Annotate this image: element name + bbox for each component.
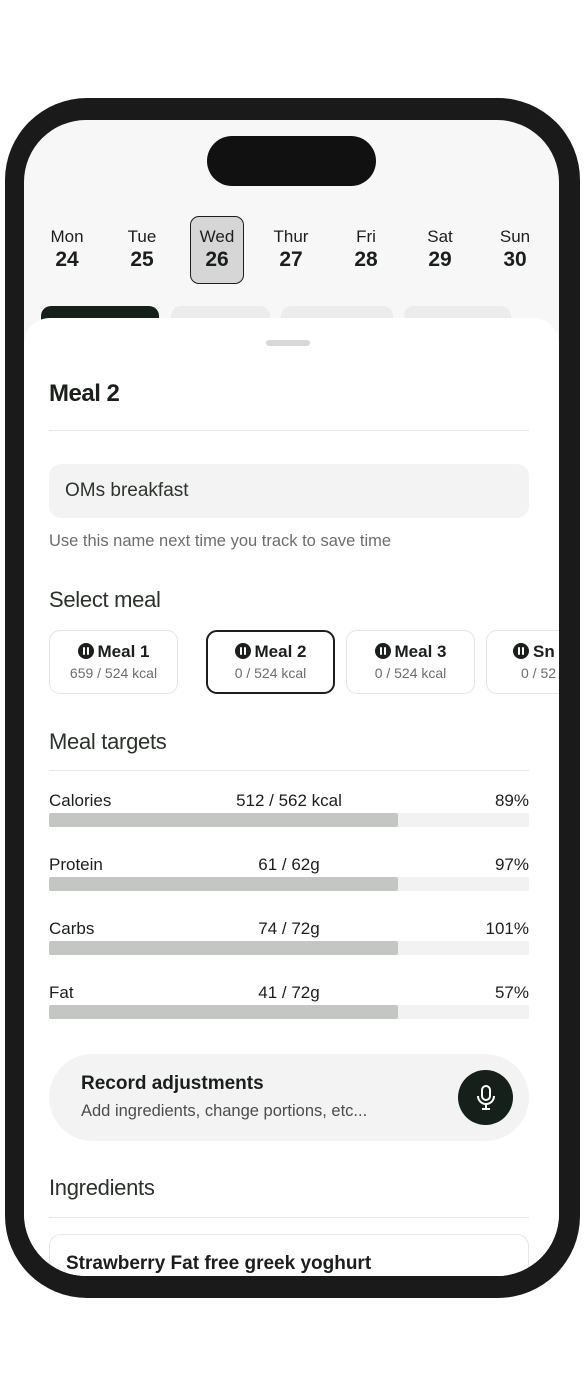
mute-switch xyxy=(5,430,11,478)
target-protein: Protein 61 / 62g 97% xyxy=(49,855,529,891)
divider xyxy=(49,1217,529,1218)
target-percent: 89% xyxy=(494,791,529,810)
meal-option-kcal: 0 / 524 kcal xyxy=(234,665,307,681)
target-percent: 101% xyxy=(485,919,529,938)
target-calories: Calories 512 / 562 kcal 89% xyxy=(49,791,529,827)
day-date: 30 xyxy=(503,248,527,271)
volume-up-button xyxy=(5,518,11,610)
progress-fill xyxy=(49,1005,398,1019)
meal-option-label: Meal 3 xyxy=(347,642,474,662)
progress-track xyxy=(49,1005,529,1019)
target-percent: 97% xyxy=(494,855,529,874)
meal-name-hint: Use this name next time you track to sav… xyxy=(49,532,392,550)
meal-bottom-sheet: Meal 2 Use this name next time you track… xyxy=(24,318,559,1276)
week-day-selector: Mon 24 Tue 25 Wed 26 Thur 27 Fri 28 Sat … xyxy=(24,216,559,286)
meal-targets-heading: Meal targets xyxy=(49,729,167,754)
select-meal-heading: Select meal xyxy=(49,587,161,612)
day-name: Wed xyxy=(199,227,235,246)
target-value: 512 / 562 kcal xyxy=(236,791,342,810)
day-wed[interactable]: Wed 26 xyxy=(190,216,244,284)
record-mic-button[interactable] xyxy=(458,1070,513,1125)
day-tue[interactable]: Tue 25 xyxy=(115,216,169,284)
meal-option-kcal: 0 / 524 kcal xyxy=(374,665,447,681)
target-value: 61 / 62g xyxy=(258,855,320,874)
record-adjustments-card[interactable]: Record adjustments Add ingredients, chan… xyxy=(49,1054,529,1141)
target-value: 41 / 72g xyxy=(258,983,320,1002)
day-name: Sat xyxy=(427,227,453,246)
cutlery-icon xyxy=(513,643,529,659)
day-thur[interactable]: Thur 27 xyxy=(264,216,318,284)
day-date: 24 xyxy=(55,248,79,271)
cutlery-icon xyxy=(374,643,391,659)
cutlery-icon xyxy=(77,643,94,659)
meal-option-label: Meal 1 xyxy=(50,642,177,662)
record-title: Record adjustments xyxy=(81,1073,264,1094)
day-date: 27 xyxy=(279,248,303,271)
sheet-drag-handle[interactable] xyxy=(266,340,310,346)
ingredient-name: Strawberry Fat free greek yoghurt xyxy=(66,1253,372,1274)
progress-track xyxy=(49,813,529,827)
meal-option-label: Sn xyxy=(513,642,559,662)
meal-option-label: Meal 2 xyxy=(208,642,333,662)
target-value: 74 / 72g xyxy=(258,919,320,938)
meal-selector: Meal 1 659 / 524 kcal Meal 2 0 / 524 kca… xyxy=(49,630,559,694)
meal-option-kcal: 659 / 524 kcal xyxy=(69,665,158,681)
day-name: Fri xyxy=(356,227,376,246)
progress-track xyxy=(49,941,529,955)
day-name: Sun xyxy=(499,227,531,246)
progress-fill xyxy=(49,941,398,955)
meal-option-3[interactable]: Meal 3 0 / 524 kcal xyxy=(346,630,475,694)
power-button xyxy=(574,582,580,722)
day-sat[interactable]: Sat 29 xyxy=(413,216,467,284)
meal-option-snack[interactable]: Sn 0 / 52 xyxy=(486,630,559,694)
day-name: Mon xyxy=(50,227,84,246)
microphone-icon xyxy=(477,1085,495,1110)
day-date: 26 xyxy=(205,248,229,271)
cutlery-icon xyxy=(234,643,251,659)
target-fat: Fat 41 / 72g 57% xyxy=(49,983,529,1019)
sheet-title: Meal 2 xyxy=(49,380,120,407)
day-date: 29 xyxy=(428,248,452,271)
meal-name-input[interactable] xyxy=(49,464,529,518)
meal-option-1[interactable]: Meal 1 659 / 524 kcal xyxy=(49,630,178,694)
day-name: Tue xyxy=(127,227,157,246)
meal-option-2[interactable]: Meal 2 0 / 524 kcal xyxy=(206,630,335,694)
divider xyxy=(49,770,529,771)
divider xyxy=(49,430,529,431)
target-carbs: Carbs 74 / 72g 101% xyxy=(49,919,529,955)
volume-down-button xyxy=(5,636,11,728)
day-fri[interactable]: Fri 28 xyxy=(339,216,393,284)
day-name: Thur xyxy=(273,227,309,246)
progress-fill xyxy=(49,813,398,827)
dynamic-island xyxy=(207,136,376,186)
progress-track xyxy=(49,877,529,891)
ingredients-heading: Ingredients xyxy=(49,1175,155,1200)
target-percent: 57% xyxy=(494,983,529,1002)
day-date: 28 xyxy=(354,248,378,271)
progress-fill xyxy=(49,877,398,891)
record-subtitle: Add ingredients, change portions, etc... xyxy=(81,1102,368,1120)
day-mon[interactable]: Mon 24 xyxy=(40,216,94,284)
meal-option-kcal: 0 / 52 xyxy=(521,665,557,681)
day-sun[interactable]: Sun 30 xyxy=(488,216,542,284)
phone-screen: Mon 24 Tue 25 Wed 26 Thur 27 Fri 28 Sat … xyxy=(24,120,559,1276)
day-date: 25 xyxy=(130,248,154,271)
ingredient-item[interactable]: Strawberry Fat free greek yoghurt xyxy=(49,1234,529,1276)
